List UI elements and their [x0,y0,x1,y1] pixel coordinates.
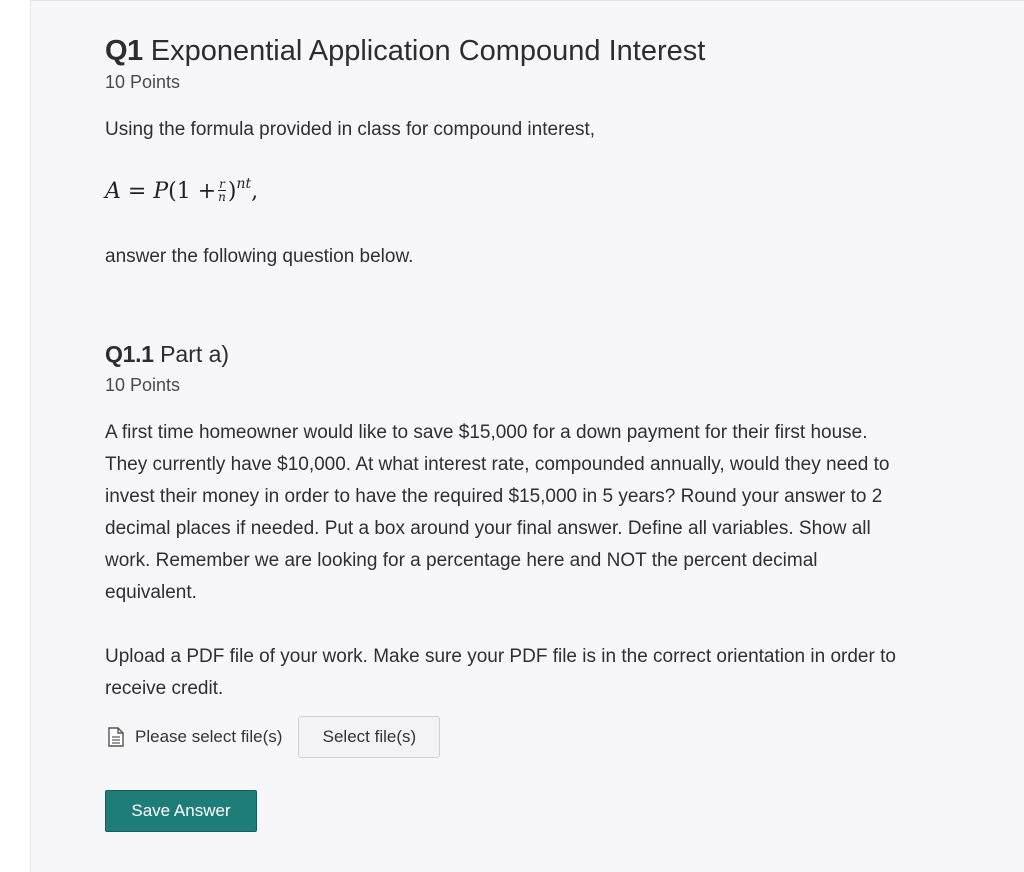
question-points: 10 Points [105,72,181,92]
part-body-line: A first time homeowner would like to sav… [105,422,868,443]
left-gutter [0,0,31,872]
formula-equals: = [127,179,147,204]
part-body-line: decimal places if needed. Put a box arou… [105,518,871,539]
formula-lhs: A [105,179,121,204]
upload-line: receive credit. [105,678,224,699]
file-status-label: Please select file(s) [135,727,283,746]
formula-p: P [153,179,169,204]
part-body-line: They currently have $10,000. At what int… [105,454,890,475]
save-answer-button[interactable]: Save Answer [105,790,257,832]
upload-instructions: Upload a PDF file of your work. Make sur… [105,641,995,705]
select-files-button[interactable]: Select file(s) [298,716,441,758]
part-points: 10 Points [105,375,181,395]
formula-frac-num: r [218,176,226,191]
formula-fraction: rn [218,178,226,203]
part-number: Q1.1 [105,341,154,367]
upload-line: Upload a PDF file of your work. Make sur… [105,646,896,667]
document-icon [108,727,124,747]
formula-close: ) [227,179,237,204]
formula-exponent: nt [236,176,252,192]
part-title: Q1.1 Part a) [105,337,229,371]
formula-frac-den: n [218,189,226,204]
compound-interest-formula: A = P(1 + r n)nt, [105,172,258,214]
part-body: A first time homeowner would like to sav… [105,417,995,609]
part-body-line: work. Remember we are looking for a perc… [105,550,818,571]
part-title-text: Part a) [160,341,230,367]
question-title: Q1 Exponential Application Compound Inte… [105,31,705,71]
question-follow: answer the following question below. [105,246,414,267]
formula-trail: , [251,179,259,204]
question-title-text: Exponential Application Compound Interes… [150,35,706,67]
question-number: Q1 [105,35,143,67]
question-intro: Using the formula provided in class for … [105,119,596,140]
formula-open: (1 + [168,179,217,204]
part-body-line: invest their money in order to have the … [105,486,883,507]
part-body-line: equivalent. [105,582,197,603]
file-upload-row: Please select file(s) Select file(s) [105,716,441,758]
